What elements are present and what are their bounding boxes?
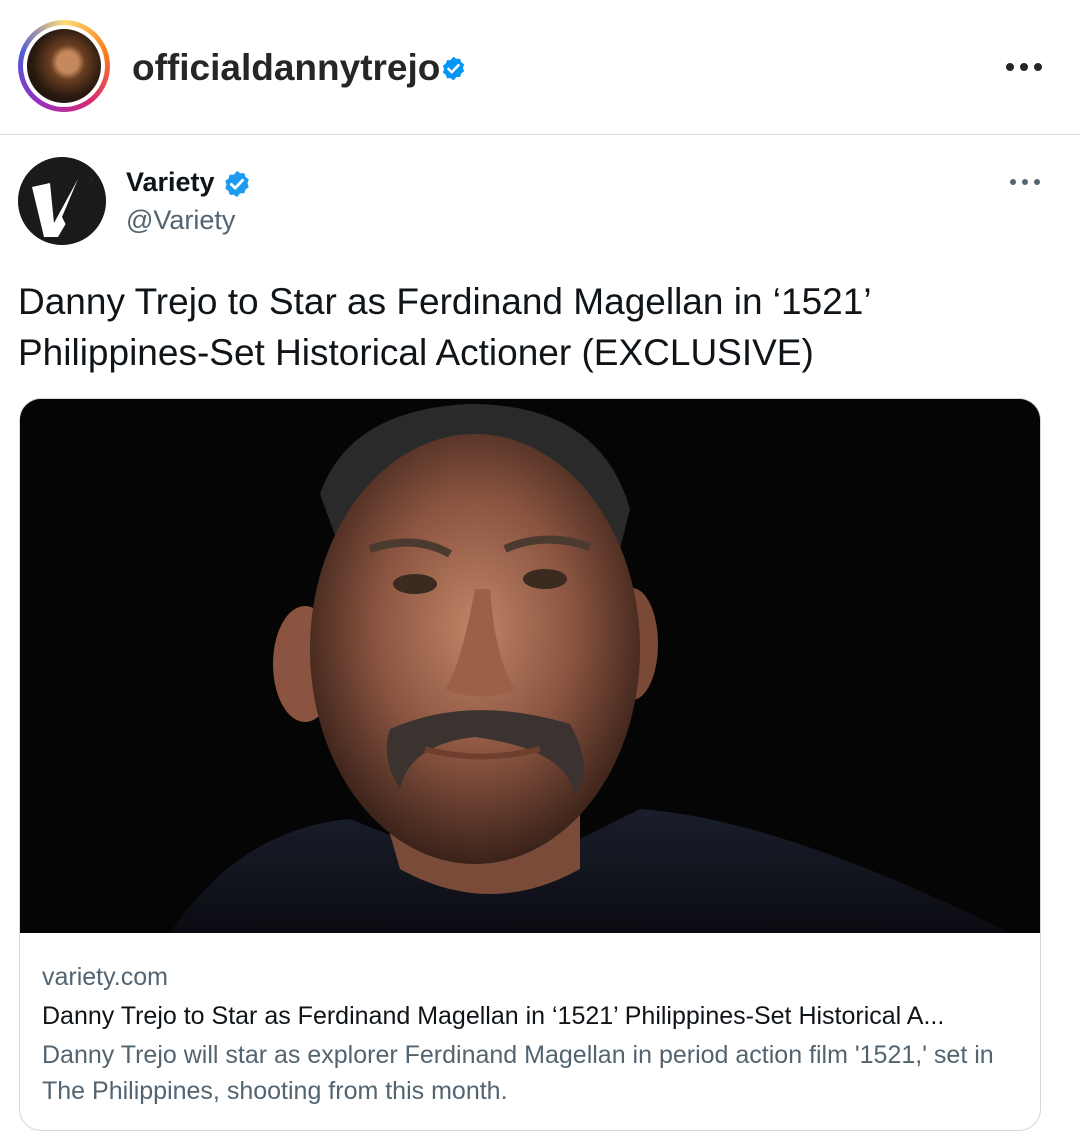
tweet-author-name[interactable]: Variety xyxy=(126,165,215,199)
story-ring-avatar[interactable] xyxy=(18,20,110,112)
article-photo xyxy=(20,399,1040,933)
avatar-border xyxy=(23,25,105,107)
portrait-image xyxy=(20,399,1040,933)
more-options-icon[interactable] xyxy=(1003,55,1045,79)
card-title: Danny Trejo to Star as Ferdinand Magella… xyxy=(42,1002,945,1030)
link-preview-card[interactable]: variety.com Danny Trejo to Star as Ferdi… xyxy=(19,398,1041,1131)
profile-avatar xyxy=(27,29,101,103)
variety-logo-avatar[interactable] xyxy=(18,157,106,245)
card-domain: variety.com xyxy=(42,963,168,991)
post-username[interactable]: officialdannytrejo xyxy=(132,44,440,92)
tweet-author-handle[interactable]: @Variety xyxy=(126,203,235,237)
tweet-text: Danny Trejo to Star as Ferdinand Magella… xyxy=(18,281,871,373)
post-header: officialdannytrejo xyxy=(0,0,1080,135)
variety-v-logo-icon xyxy=(18,157,106,245)
verified-badge-icon xyxy=(442,56,465,81)
tweet-more-icon[interactable] xyxy=(1008,174,1042,190)
verified-badge-icon xyxy=(225,170,249,198)
card-description: Danny Trejo will star as explorer Ferdin… xyxy=(42,1041,994,1105)
